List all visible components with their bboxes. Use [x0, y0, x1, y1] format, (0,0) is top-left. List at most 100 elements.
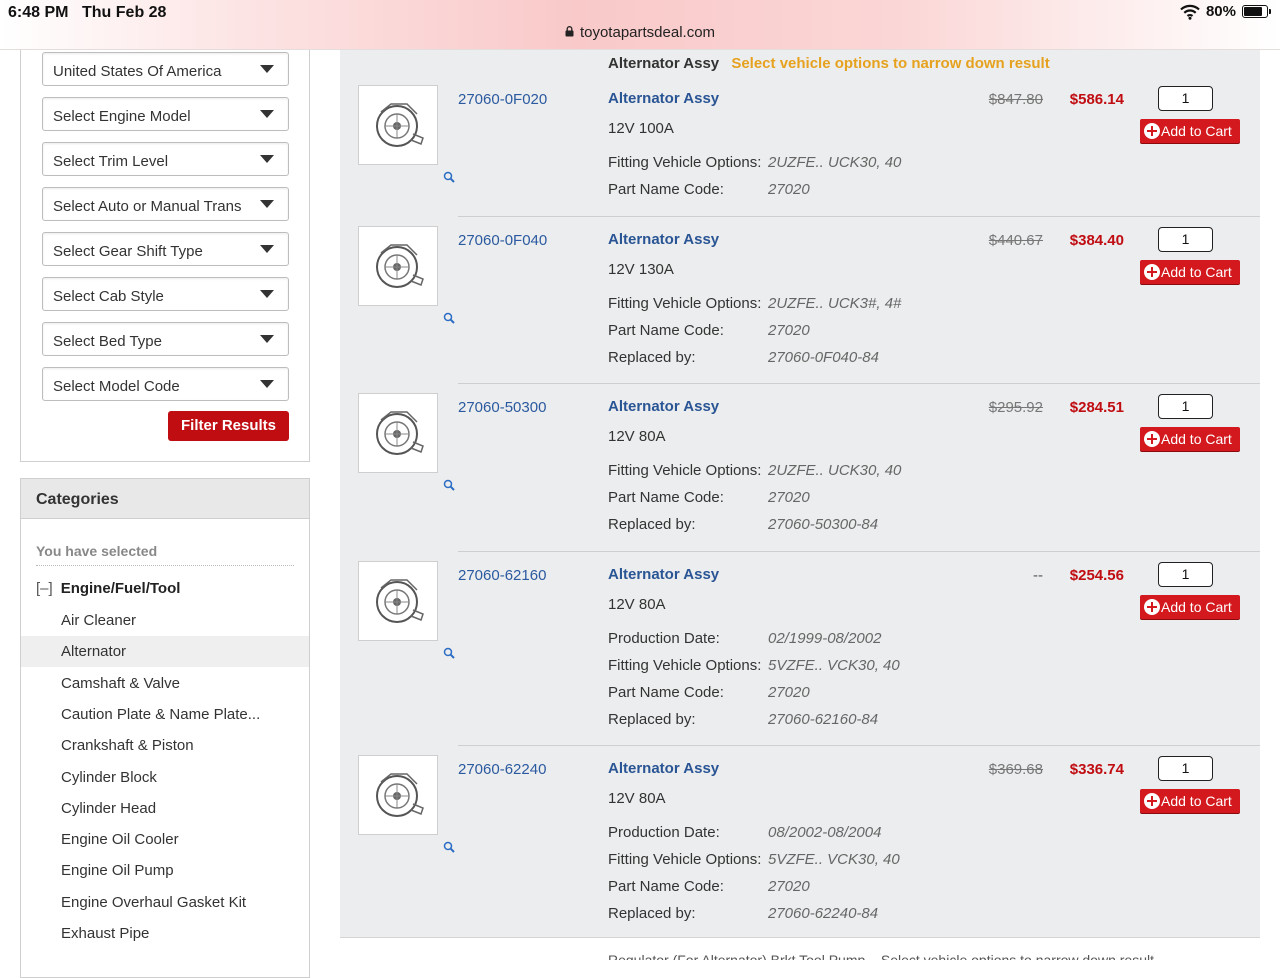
plus-circle-icon [1144, 264, 1160, 280]
part-number-link[interactable]: 27060-50300 [458, 399, 546, 416]
cab-style-select[interactable]: Select Cab Style [42, 277, 289, 311]
attribute-value: 2UZFE.. UCK3#, 4# [768, 295, 902, 312]
category-item[interactable]: Exhaust Pipe [21, 918, 309, 949]
plus-circle-icon [1144, 599, 1160, 615]
quantity-input[interactable]: 1 [1158, 86, 1213, 111]
dropdown-arrow-icon [260, 65, 274, 73]
dropdown-arrow-icon [260, 110, 274, 118]
attribute-value: 27020 [768, 322, 810, 339]
attribute-value: 27060-0F040-84 [768, 349, 879, 366]
dropdown-arrow-icon [260, 200, 274, 208]
quantity-input[interactable]: 1 [1158, 562, 1213, 587]
part-spec: 12V 80A [608, 790, 666, 807]
part-name-link[interactable]: Alternator Assy [608, 566, 719, 583]
sale-price: $284.51 [1069, 399, 1124, 416]
part-name-link[interactable]: Alternator Assy [608, 398, 719, 415]
product-thumbnail[interactable] [358, 393, 455, 491]
part-number-link[interactable]: 27060-0F040 [458, 232, 547, 249]
product-thumbnail[interactable] [358, 85, 455, 183]
add-to-cart-button[interactable]: Add to Cart [1140, 427, 1240, 451]
lock-icon [565, 26, 574, 40]
attribute-label: Part Name Code: [608, 322, 724, 339]
attribute-label: Fitting Vehicle Options: [608, 657, 762, 674]
transmission-select[interactable]: Select Auto or Manual Trans [42, 187, 289, 221]
part-number-link[interactable]: 27060-62160 [458, 567, 546, 584]
attribute-value: 27020 [768, 684, 810, 701]
dropdown-arrow-icon [260, 245, 274, 253]
attribute-value: 2UZFE.. UCK30, 40 [768, 462, 902, 479]
results-panel: Alternator Assy Select vehicle options t… [340, 50, 1260, 938]
part-number-link[interactable]: 27060-62240 [458, 761, 546, 778]
vehicle-filter-panel: United States Of America Select Engine M… [20, 50, 310, 462]
plus-circle-icon [1144, 793, 1160, 809]
dropdown-arrow-icon [260, 380, 274, 388]
category-item[interactable]: Cylinder Head [21, 793, 309, 824]
category-item[interactable]: Air Cleaner [21, 605, 309, 636]
bed-type-select[interactable]: Select Bed Type [42, 322, 289, 356]
quantity-input[interactable]: 1 [1158, 227, 1213, 252]
part-spec: 12V 100A [608, 120, 674, 137]
category-item[interactable]: Engine Oil Cooler [21, 824, 309, 855]
category-item[interactable]: Crankshaft & Piston [21, 730, 309, 761]
add-to-cart-button[interactable]: Add to Cart [1140, 260, 1240, 284]
model-code-select[interactable]: Select Model Code [42, 367, 289, 401]
add-to-cart-button[interactable]: Add to Cart [1140, 789, 1240, 813]
quantity-input[interactable]: 1 [1158, 394, 1213, 419]
attribute-label: Replaced by: [608, 516, 696, 533]
product-thumbnail[interactable] [358, 226, 455, 324]
attribute-label: Part Name Code: [608, 878, 724, 895]
category-engine-fuel-tool[interactable]: [–] Engine/Fuel/Tool [36, 580, 180, 597]
part-name-link[interactable]: Alternator Assy [608, 760, 719, 777]
wifi-icon [1180, 4, 1200, 20]
engine-model-select[interactable]: Select Engine Model [42, 97, 289, 131]
attribute-label: Fitting Vehicle Options: [608, 462, 762, 479]
sale-price: $384.40 [1069, 232, 1124, 249]
part-name-link[interactable]: Alternator Assy [608, 90, 719, 107]
attribute-value: 27060-50300-84 [768, 516, 879, 533]
categories-heading: Categories [21, 479, 309, 519]
part-spec: 12V 130A [608, 261, 674, 278]
part-name-link[interactable]: Alternator Assy [608, 231, 719, 248]
attribute-label: Part Name Code: [608, 489, 724, 506]
product-thumbnail[interactable] [358, 755, 455, 853]
ios-status-bar: 6:48 PM Thu Feb 28 toyotapartsdeal.com 8… [0, 0, 1280, 50]
category-item[interactable]: Camshaft & Valve [21, 668, 309, 699]
attribute-value: 27060-62240-84 [768, 905, 879, 922]
attribute-value: 27020 [768, 489, 810, 506]
attribute-value: 08/2002-08/2004 [768, 824, 882, 841]
plus-circle-icon [1144, 431, 1160, 447]
category-item[interactable]: Cylinder Block [21, 762, 309, 793]
add-to-cart-button[interactable]: Add to Cart [1140, 119, 1240, 143]
country-select[interactable]: United States Of America [42, 52, 289, 86]
category-item[interactable]: Alternator [21, 636, 309, 668]
row-divider [458, 745, 1260, 746]
trim-level-select[interactable]: Select Trim Level [42, 142, 289, 176]
attribute-value: 5VZFE.. VCK30, 40 [768, 657, 900, 674]
part-number-link[interactable]: 27060-0F020 [458, 91, 547, 108]
filter-results-button[interactable]: Filter Results [168, 411, 289, 441]
msrp-price: $847.80 [988, 91, 1043, 108]
attribute-value: 27060-62160-84 [768, 711, 879, 728]
collapse-toggle[interactable]: [–] [36, 580, 53, 597]
attribute-label: Part Name Code: [608, 181, 724, 198]
attribute-label: Replaced by: [608, 711, 696, 728]
status-date: Thu Feb 28 [82, 4, 167, 21]
attribute-value: 5VZFE.. VCK30, 40 [768, 851, 900, 868]
category-item[interactable]: Engine Overhaul Gasket Kit [21, 887, 309, 918]
quantity-input[interactable]: 1 [1158, 756, 1213, 781]
category-item[interactable]: Engine Oil Pump [21, 855, 309, 886]
address-bar[interactable]: toyotapartsdeal.com [0, 24, 1280, 41]
attribute-label: Fitting Vehicle Options: [608, 851, 762, 868]
attribute-label: Replaced by: [608, 349, 696, 366]
attribute-value: 27020 [768, 878, 810, 895]
attribute-value: 27020 [768, 181, 810, 198]
attribute-label: Production Date: [608, 824, 720, 841]
dropdown-arrow-icon [260, 155, 274, 163]
category-item[interactable]: Caution Plate & Name Plate... [21, 699, 309, 730]
gear-shift-select[interactable]: Select Gear Shift Type [42, 232, 289, 266]
add-to-cart-button[interactable]: Add to Cart [1140, 595, 1240, 619]
sale-price: $254.56 [1069, 567, 1124, 584]
dropdown-arrow-icon [260, 335, 274, 343]
attribute-label: Production Date: [608, 630, 720, 647]
product-thumbnail[interactable] [358, 561, 455, 659]
